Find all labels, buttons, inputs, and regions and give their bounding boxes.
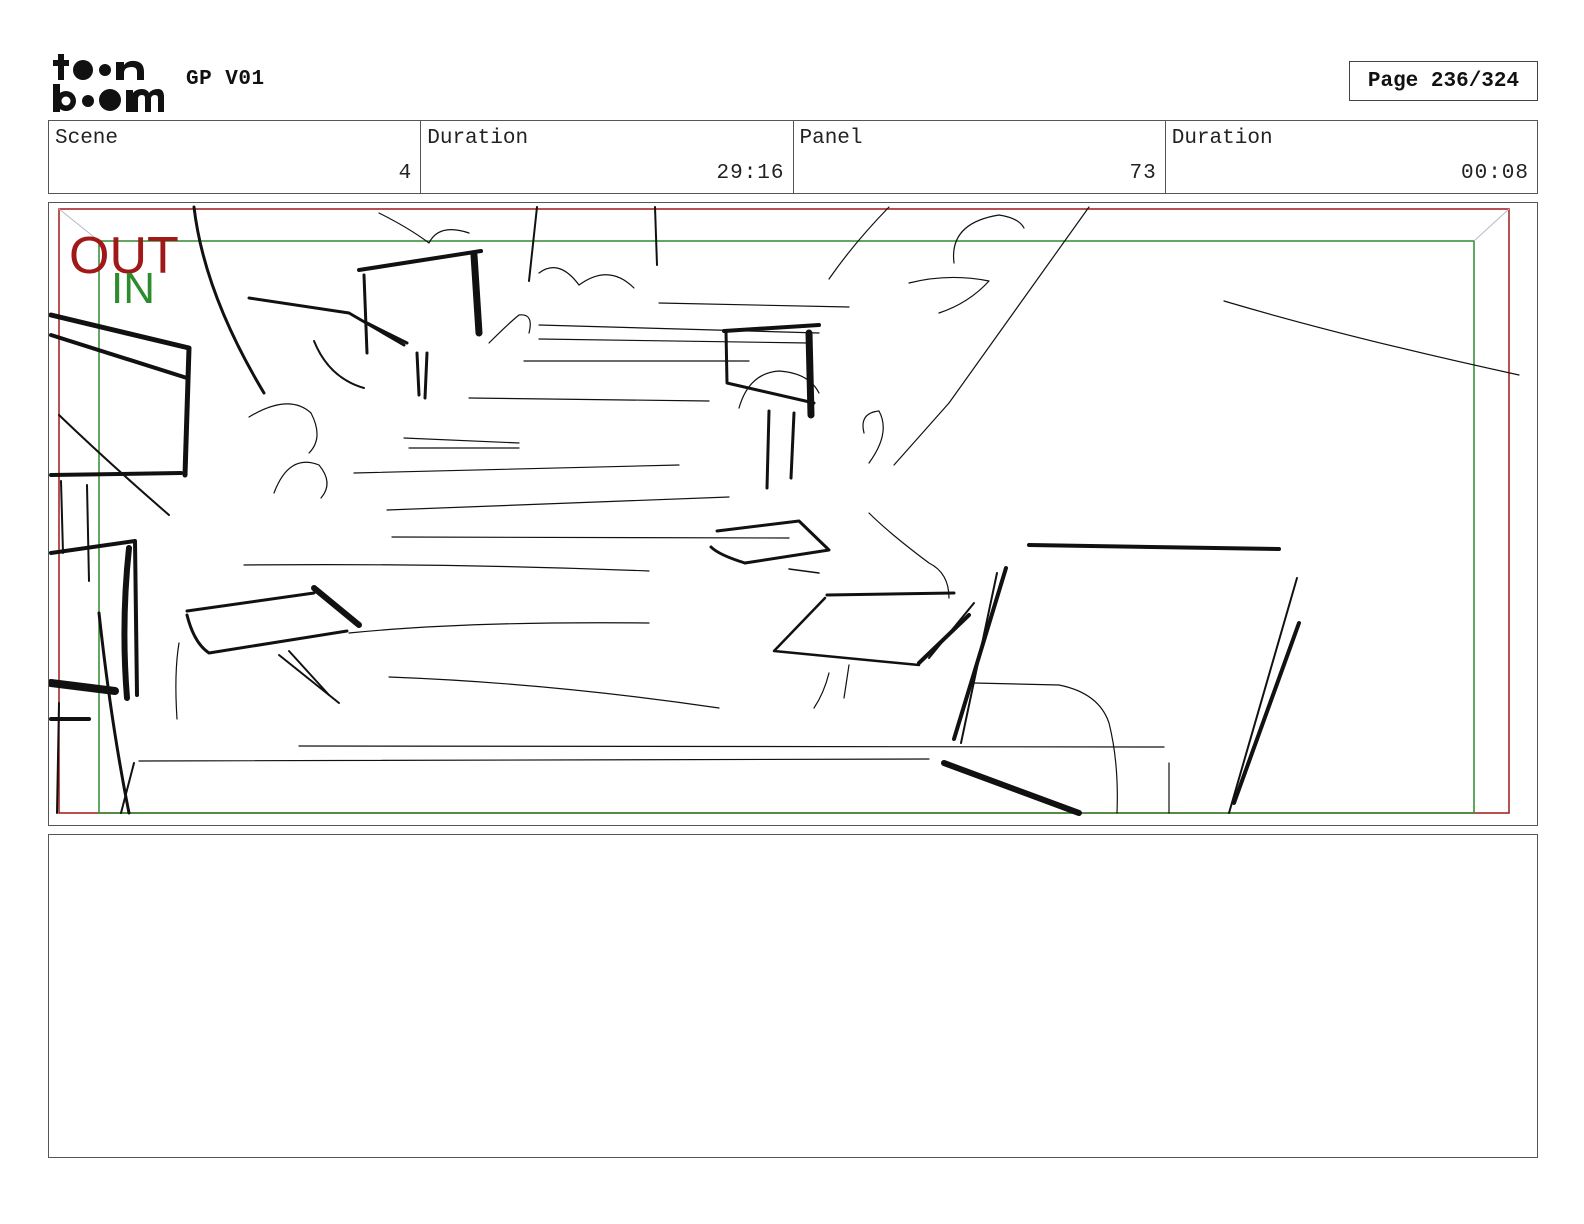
frame-in-label: IN [111,264,155,313]
scene-cell: Scene 4 [49,121,422,193]
panel-duration-value: 00:08 [1460,162,1529,185]
panel-cell: Panel 73 [794,121,1166,193]
toon-boom-logo [53,54,164,112]
panel-duration-label: Duration [1171,127,1273,150]
storyboard-panel: OUT IN [48,202,1538,826]
camera-out-frame [58,208,1510,814]
panel-label: Panel [799,127,863,150]
scene-duration-cell: Duration 29:16 [421,121,794,193]
sketch-strokes [49,205,1520,816]
scene-value: 4 [398,162,413,185]
scene-duration-value: 29:16 [716,162,785,185]
panel-notes-box [48,834,1538,1158]
scene-duration-label: Duration [427,127,529,150]
panel-info-row: Scene 4 Duration 29:16 Panel 73 Duration… [48,120,1538,194]
panel-sketch: OUT IN [49,205,1520,816]
project-title: GP V01 [186,68,265,91]
page-indicator: Page 236/324 [1349,61,1538,101]
scene-label: Scene [55,127,119,150]
panel-duration-cell: Duration 00:08 [1166,121,1537,193]
panel-value: 73 [1129,162,1157,185]
